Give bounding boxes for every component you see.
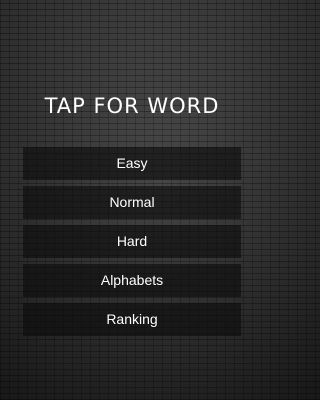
ranking-button[interactable]: Ranking [23, 303, 241, 336]
easy-button[interactable]: Easy [23, 147, 241, 180]
main-menu: Easy Normal Hard Alphabets Ranking [23, 147, 241, 342]
game-screen: { "title": "TAP FOR WORD", "menu": { "ea… [0, 0, 264, 400]
alphabets-button[interactable]: Alphabets [23, 264, 241, 297]
hard-button[interactable]: Hard [23, 225, 241, 258]
normal-button[interactable]: Normal [23, 186, 241, 219]
game-title: TAP FOR WORD [44, 94, 220, 118]
